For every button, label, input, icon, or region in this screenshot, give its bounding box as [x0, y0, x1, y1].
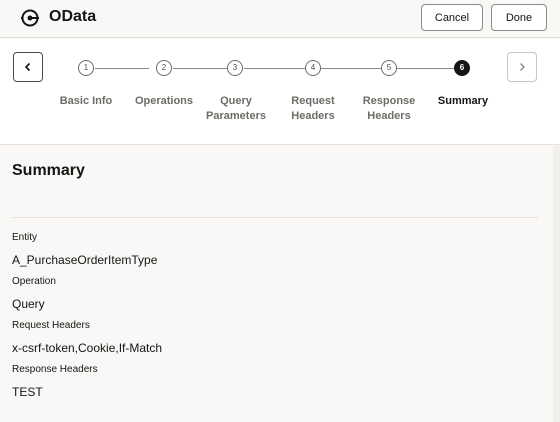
- previous-step-button[interactable]: [13, 52, 43, 82]
- header-bar: OData Cancel Done: [0, 0, 560, 38]
- step-connector: [397, 68, 454, 69]
- chevron-left-icon: [24, 62, 31, 72]
- step-2-indicator[interactable]: 2: [156, 60, 172, 76]
- summary-panel: Summary Entity A_PurchaseOrderItemType O…: [0, 146, 560, 422]
- step-3-label[interactable]: Query Parameters: [196, 94, 276, 124]
- step-connector: [321, 68, 381, 69]
- chevron-right-icon: [520, 63, 525, 71]
- divider: [12, 217, 538, 218]
- request-headers-value: x-csrf-token,Cookie,If-Match: [12, 341, 163, 355]
- entity-value: A_PurchaseOrderItemType: [12, 253, 158, 267]
- operation-value: Query: [12, 297, 45, 311]
- step-1-label[interactable]: Basic Info: [46, 94, 126, 109]
- section-title: Summary: [12, 162, 85, 179]
- step-4-label[interactable]: Request Headers: [273, 94, 353, 124]
- step-1-indicator[interactable]: 1: [78, 60, 94, 76]
- odata-connection-icon: [21, 9, 39, 27]
- step-3-indicator[interactable]: 3: [227, 60, 243, 76]
- step-4-indicator[interactable]: 4: [305, 60, 321, 76]
- step-2-label[interactable]: Operations: [124, 94, 204, 109]
- step-5-label[interactable]: Response Headers: [349, 94, 429, 124]
- scrollbar[interactable]: [553, 146, 560, 422]
- cancel-button[interactable]: Cancel: [421, 4, 483, 31]
- step-connector: [244, 68, 305, 69]
- step-6-indicator[interactable]: 6: [454, 60, 470, 76]
- step-5-indicator[interactable]: 5: [381, 60, 397, 76]
- step-connector: [173, 68, 227, 69]
- entity-label: Entity: [12, 232, 38, 243]
- step-connector: [95, 68, 149, 69]
- operation-label: Operation: [12, 276, 56, 287]
- page-title: OData: [49, 8, 97, 25]
- step-train: 1 2 3 4 5 6 Basic Info Operations Query …: [0, 39, 560, 145]
- done-button[interactable]: Done: [491, 4, 547, 31]
- step-6-label[interactable]: Summary: [423, 94, 503, 109]
- request-headers-label: Request Headers: [12, 320, 90, 331]
- response-headers-label: Response Headers: [12, 364, 98, 375]
- next-step-button[interactable]: [507, 52, 537, 82]
- response-headers-value: TEST: [12, 385, 43, 399]
